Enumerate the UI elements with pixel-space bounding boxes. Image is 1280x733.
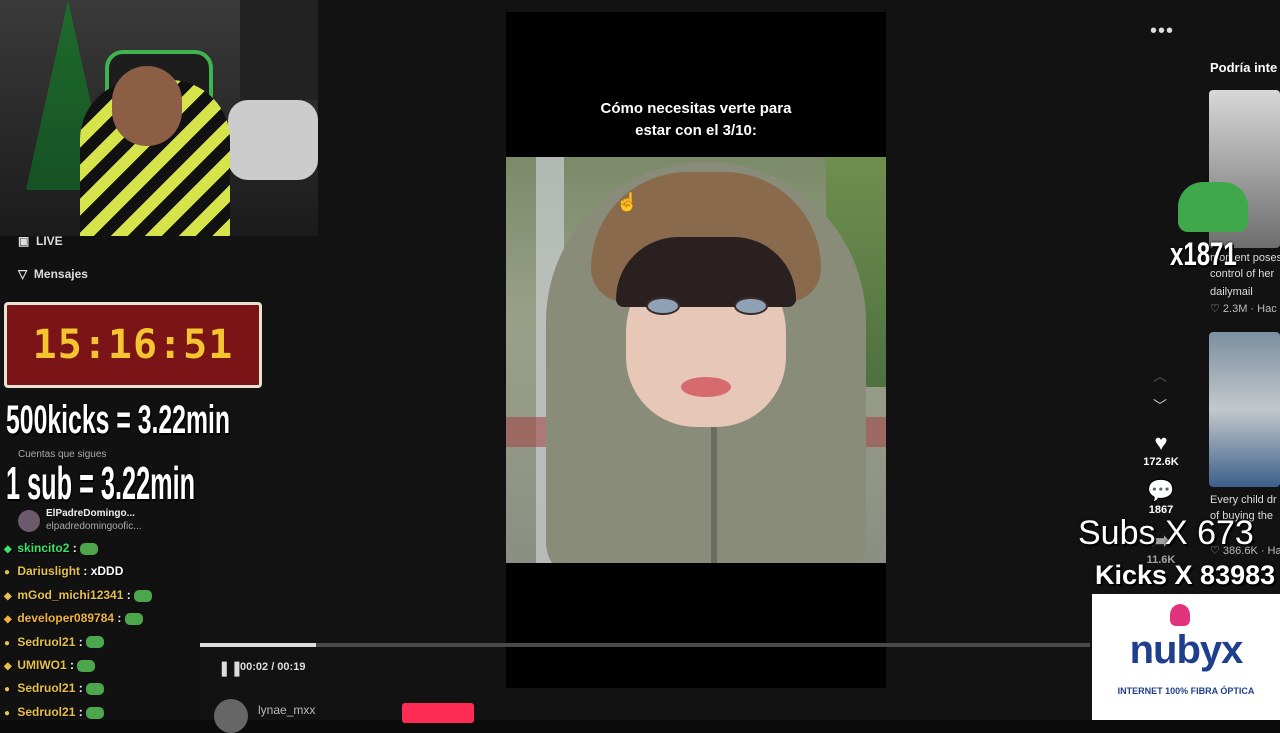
chat-username[interactable]: Sedruol21: [17, 635, 75, 649]
like-button[interactable]: ♥ 172.6K: [1131, 430, 1191, 468]
send-icon: ▽: [18, 267, 31, 281]
chat-message: ● Sedruol21 :: [4, 634, 105, 649]
emote-count: x1871: [1170, 236, 1237, 272]
chat-username[interactable]: UMIWO1: [17, 658, 66, 672]
comment-icon: 💬: [1147, 478, 1175, 503]
chat-message: ● Sedruol21 :: [4, 704, 105, 719]
left-eye: [646, 297, 680, 315]
jacket-zipper: [711, 427, 717, 563]
sponsor-logo: nubyx: [1129, 628, 1244, 672]
suggestion-thumbnail[interactable]: [1209, 332, 1280, 487]
hand-cursor-icon: ☝: [616, 192, 639, 212]
previous-video-icon[interactable]: ︿: [1153, 366, 1167, 386]
chat-text: : xDDD: [83, 564, 124, 579]
emote-icon: [77, 659, 96, 672]
badge-icon: ●: [4, 567, 11, 579]
sponsor-tagline: INTERNET 100% FIBRA ÓPTICA: [1117, 686, 1255, 696]
like-count: 172.6K: [1143, 456, 1179, 468]
emote-icon: [134, 589, 153, 602]
badge-icon: ●: [4, 684, 11, 696]
author-avatar[interactable]: [214, 699, 248, 733]
chat-message: ● Dariuslight : xDDD: [4, 564, 123, 578]
kicks-rate-label: 500kicks = 3.22min: [6, 398, 231, 442]
video-frame-image[interactable]: [506, 157, 886, 563]
suggestion-title-line[interactable]: Every child dr: [1210, 494, 1277, 506]
badge-icon: ●: [4, 707, 11, 719]
chat-message: ◆ skincito2 :: [4, 541, 99, 555]
badge-icon: ◆: [4, 614, 12, 626]
streamer-webcam: [0, 0, 318, 236]
blanket: [228, 100, 318, 180]
hair: [616, 237, 796, 307]
chat-text: :: [117, 611, 122, 626]
progress-fill: [200, 643, 316, 647]
background-wall: [240, 0, 318, 100]
heart-icon: ♥: [1154, 430, 1168, 455]
badge-icon: ◆: [4, 661, 12, 672]
kicks-counter: Kicks X 83983: [1095, 560, 1276, 590]
sidebar-item-label: Mensajes: [33, 267, 88, 281]
emote-icon: [86, 636, 105, 649]
video-caption: Cómo necesitas verte para estar con el 3…: [600, 100, 792, 139]
pepe-emote-icon: [1178, 182, 1248, 232]
chat-username[interactable]: skincito2: [17, 541, 69, 555]
sidebar-item-label: LIVE: [36, 234, 63, 248]
comment-button[interactable]: 💬 1867: [1131, 478, 1191, 516]
chat-username[interactable]: mGod_michi12341: [17, 588, 123, 602]
badge-icon: ◆: [4, 544, 12, 555]
avatar[interactable]: [18, 510, 40, 532]
chat-username[interactable]: Sedruol21: [17, 681, 75, 695]
badge-icon: ●: [4, 637, 11, 649]
chat-text: :: [126, 587, 131, 602]
chat-message: ● Sedruol21 :: [4, 681, 105, 696]
streamer-head: [112, 66, 182, 146]
countdown-timer: 15:16:51: [32, 322, 234, 368]
subs-counter: Subs X 673: [1078, 514, 1254, 552]
chat-username[interactable]: Dariuslight: [17, 564, 80, 578]
sidebar-item-messages[interactable]: ▽ Mensajes: [18, 267, 88, 281]
sidebar-item-live[interactable]: ▣ LIVE: [18, 234, 63, 248]
more-options-icon[interactable]: •••: [1150, 20, 1174, 43]
right-eye: [734, 297, 768, 315]
chat-text: :: [78, 681, 83, 696]
chat-message: ◆ developer089784 :: [4, 611, 143, 625]
live-icon: ▣: [18, 234, 33, 248]
emote-icon: [124, 613, 143, 626]
suggestion-author[interactable]: dailymail: [1210, 286, 1253, 298]
sub-rate-label: 1 sub = 3.22min: [6, 457, 196, 509]
lips: [681, 377, 731, 397]
emote-icon: [86, 683, 105, 696]
chat-message: ◆ UMIWO1 :: [4, 658, 96, 672]
chat-text: :: [72, 541, 77, 555]
badge-icon: ◆: [4, 590, 12, 602]
chat-text: :: [70, 658, 75, 672]
emote-icon: [80, 542, 99, 555]
chat-message: ◆ mGod_michi12341 :: [4, 587, 153, 602]
followed-account-handle: elpadredomingoofic...: [46, 521, 142, 532]
cloud-icon: [1170, 604, 1190, 626]
video-progress-bar[interactable]: [200, 643, 1090, 647]
chat-username[interactable]: developer089784: [17, 611, 114, 625]
chat-text: :: [78, 704, 83, 719]
next-video-icon[interactable]: ﹀: [1153, 396, 1167, 416]
chat-text: :: [78, 634, 83, 649]
follow-button[interactable]: [402, 703, 474, 723]
suggestions-title: Podría inte: [1210, 60, 1278, 75]
suggestion-meta: ♡ 2.3M · Hac: [1210, 303, 1277, 315]
author-name[interactable]: lynae_mxx: [258, 703, 315, 717]
time-display: 00:02 / 00:19: [240, 661, 306, 673]
emote-icon: [86, 706, 105, 719]
chat-username[interactable]: Sedruol21: [17, 705, 75, 719]
